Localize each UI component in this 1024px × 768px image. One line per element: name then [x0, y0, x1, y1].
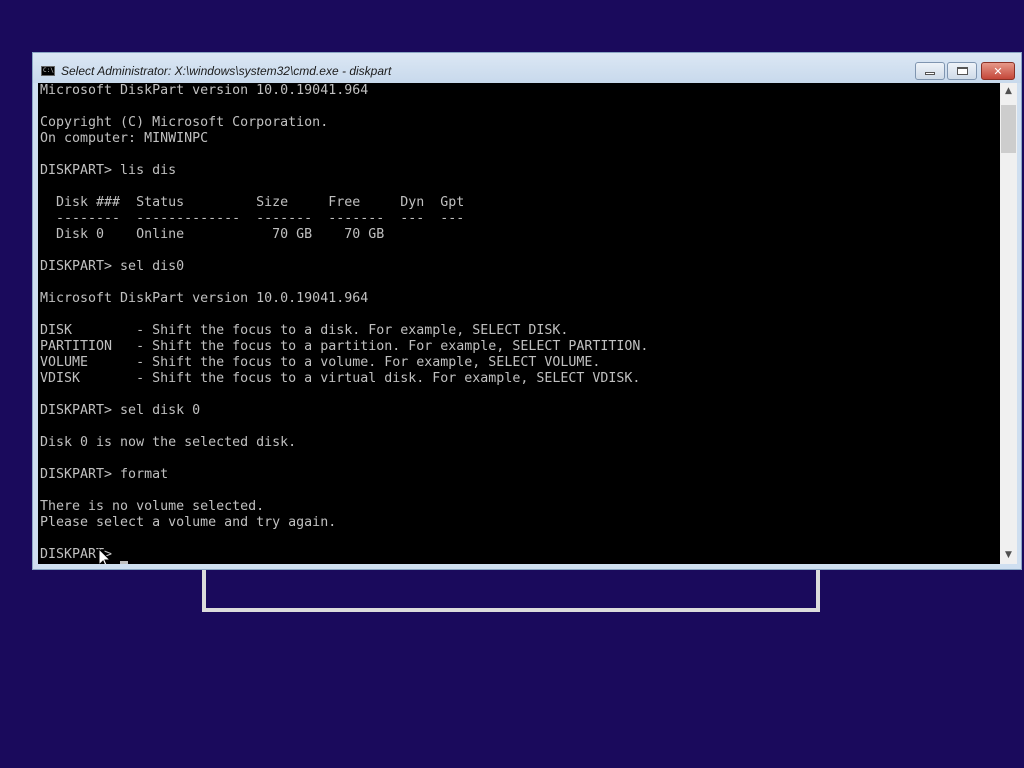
window-title: Select Administrator: X:\windows\system3… [61, 64, 392, 78]
console-line: Microsoft DiskPart version 10.0.19041.96… [40, 291, 369, 306]
close-button[interactable]: ✕ [981, 62, 1015, 80]
close-icon: ✕ [993, 64, 1003, 78]
maximize-icon [956, 67, 968, 75]
console-line: DISK - Shift the focus to a disk. For ex… [40, 323, 569, 338]
console-line: There is no volume selected. [40, 499, 265, 514]
console-line: Copyright (C) Microsoft Corporation. [40, 115, 329, 130]
console-output[interactable]: Microsoft DiskPart version 10.0.19041.96… [38, 83, 1000, 564]
scroll-up-arrow-icon[interactable]: ▲ [1000, 83, 1017, 100]
mouse-pointer-icon [98, 548, 112, 564]
maximize-button[interactable] [947, 62, 977, 80]
console-line: VDISK - Shift the focus to a virtual dis… [40, 371, 641, 386]
console-line: Please select a volume and try again. [40, 515, 337, 530]
minimize-icon [925, 71, 935, 75]
cmd-console-icon: C:\ [41, 66, 55, 76]
console-line: Disk 0 is now the selected disk. [40, 435, 297, 450]
scrollbar-thumb[interactable] [1001, 105, 1016, 153]
console-line: On computer: MINWINPC [40, 131, 209, 146]
console-line: DISKPART> sel dis0 [40, 259, 185, 274]
vertical-scrollbar[interactable]: ▲ ▼ [1000, 83, 1017, 564]
console-line: DISKPART> sel disk 0 [40, 403, 201, 418]
title-bar[interactable]: C:\ Select Administrator: X:\windows\sys… [33, 53, 1021, 83]
console-line: DISKPART> format [40, 467, 169, 482]
console-line: Microsoft DiskPart version 10.0.19041.96… [40, 83, 369, 98]
console-line: Disk ### Status Size Free Dyn Gpt [40, 195, 465, 210]
console-line: -------- ------------- ------- ------- -… [40, 211, 465, 226]
console-line: Disk 0 Online 70 GB 70 GB [40, 227, 385, 242]
minimize-button[interactable] [915, 62, 945, 80]
cmd-window: C:\ Select Administrator: X:\windows\sys… [32, 52, 1022, 570]
console-line: VOLUME - Shift the focus to a volume. Fo… [40, 355, 601, 370]
scroll-down-arrow-icon[interactable]: ▼ [1000, 547, 1017, 564]
console-line: DISKPART> lis dis [40, 163, 177, 178]
console-line: PARTITION - Shift the focus to a partiti… [40, 339, 649, 354]
text-caret [120, 561, 128, 564]
